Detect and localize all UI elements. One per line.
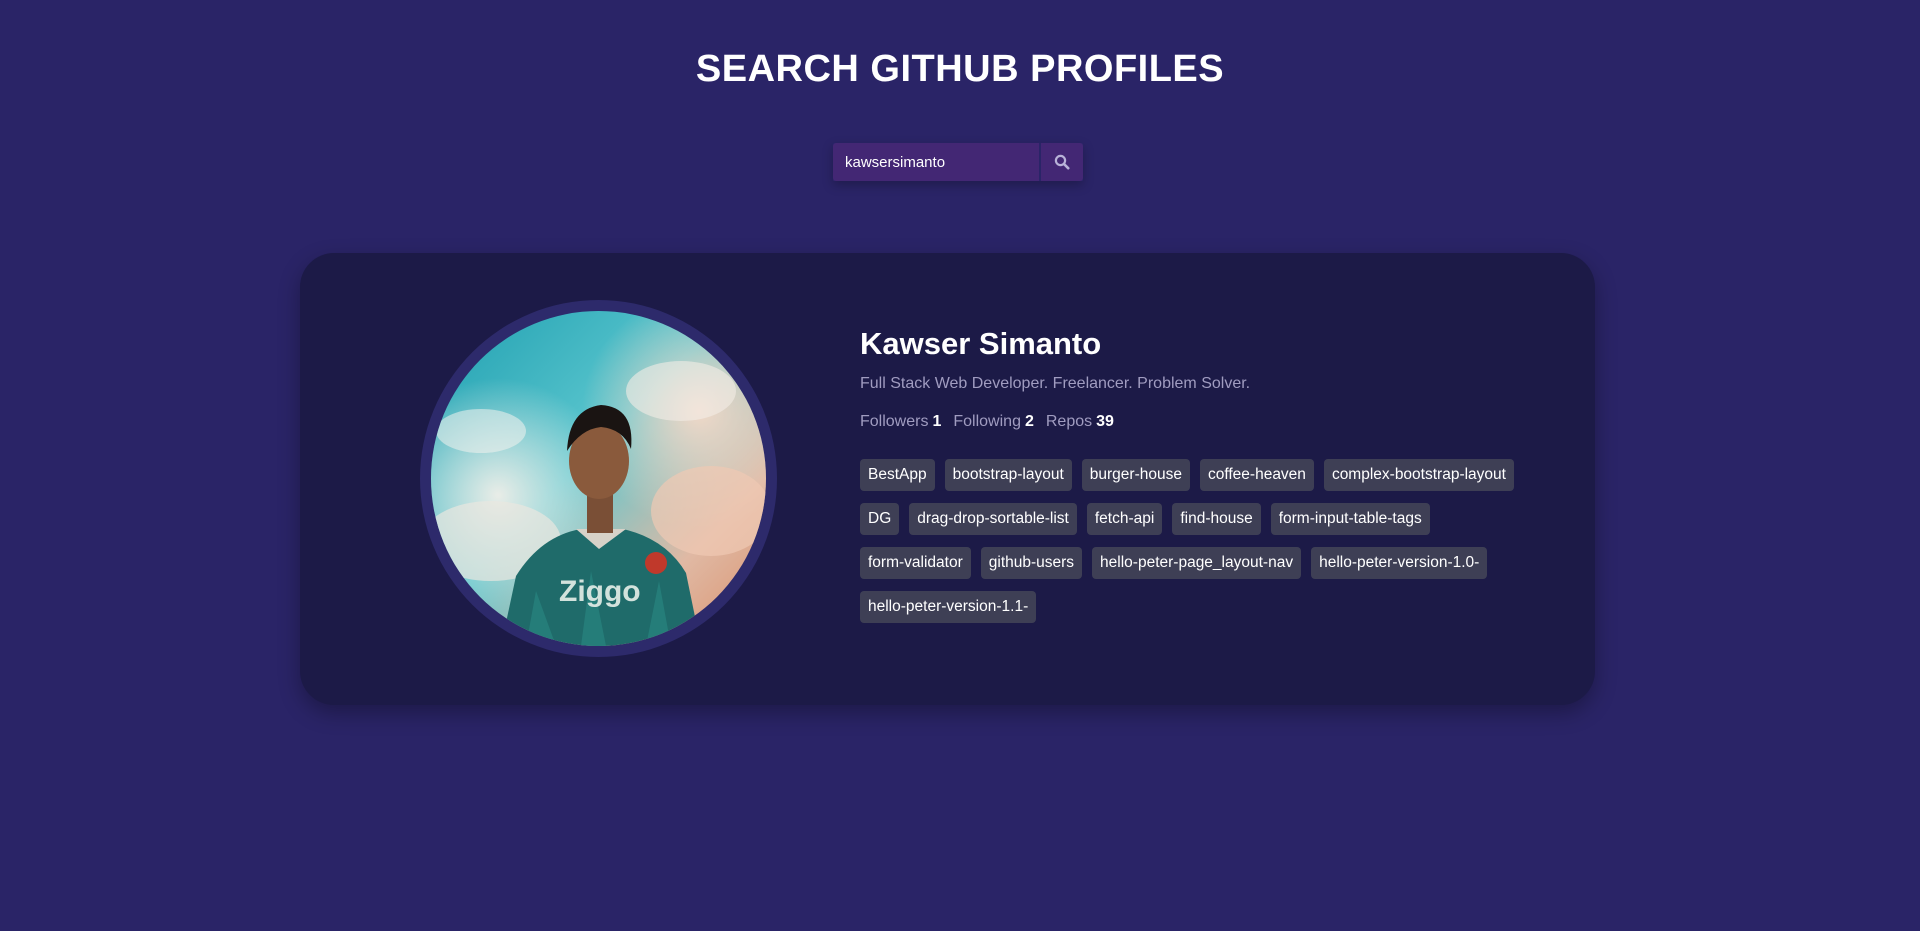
repo-link[interactable]: hello-peter-version-1.0- <box>1311 547 1488 579</box>
repo-link[interactable]: BestApp <box>860 459 935 491</box>
repo-link[interactable]: burger-house <box>1081 459 1190 491</box>
search-form <box>833 143 1083 181</box>
search-icon <box>1054 154 1070 170</box>
repo-link[interactable]: form-validator <box>860 547 971 579</box>
repo-link[interactable]: fetch-api <box>1086 503 1163 535</box>
repo-link[interactable]: complex-bootstrap-layout <box>1323 459 1514 491</box>
stat-label: Followers <box>860 413 929 430</box>
avatar-ring: Ziggo <box>420 300 777 657</box>
avatar: Ziggo <box>431 311 766 646</box>
page-title: SEARCH GITHUB PROFILES <box>695 48 1225 90</box>
stat-value: 39 <box>1096 413 1114 430</box>
repo-link[interactable]: find-house <box>1172 503 1261 535</box>
repo-link[interactable]: bootstrap-layout <box>944 459 1072 491</box>
profile-name: Kawser Simanto <box>860 326 1102 361</box>
page: SEARCH GITHUB PROFILES kawsersimanto Zig… <box>0 0 1920 931</box>
search-button[interactable] <box>1041 143 1083 181</box>
repo-link[interactable]: coffee-heaven <box>1199 459 1314 491</box>
repo-link[interactable]: github-users <box>980 547 1083 579</box>
profile-stats: Followers 1 Following 2 Repos 39 <box>860 413 1560 431</box>
stat-followers: Followers 1 <box>860 413 941 431</box>
profile-info: Kawser Simanto Full Stack Web Developer.… <box>860 325 1560 623</box>
profile-card: Ziggo Kawser Simanto Full Stack Web Deve… <box>300 253 1595 705</box>
stat-value: 2 <box>1024 413 1034 430</box>
repo-link[interactable]: drag-drop-sortable-list <box>909 503 1077 535</box>
search-input[interactable] <box>833 143 1039 181</box>
stat-following: Following 2 <box>953 413 1034 431</box>
profile-bio: Full Stack Web Developer. Freelancer. Pr… <box>860 375 1251 392</box>
stat-label: Following <box>953 413 1021 430</box>
stat-repos: Repos 39 <box>1046 413 1114 431</box>
repo-link[interactable]: DG <box>860 503 900 535</box>
stat-label: Repos <box>1045 413 1093 430</box>
svg-text:Ziggo: Ziggo <box>559 575 641 608</box>
repo-link[interactable]: hello-peter-version-1.1- <box>860 591 1037 623</box>
repo-link[interactable]: hello-peter-page_layout-nav <box>1092 547 1302 579</box>
repo-list: BestApp bootstrap-layout burger-house co… <box>860 459 1540 623</box>
stat-value: 1 <box>932 413 942 430</box>
repo-link[interactable]: form-input-table-tags <box>1270 503 1430 535</box>
